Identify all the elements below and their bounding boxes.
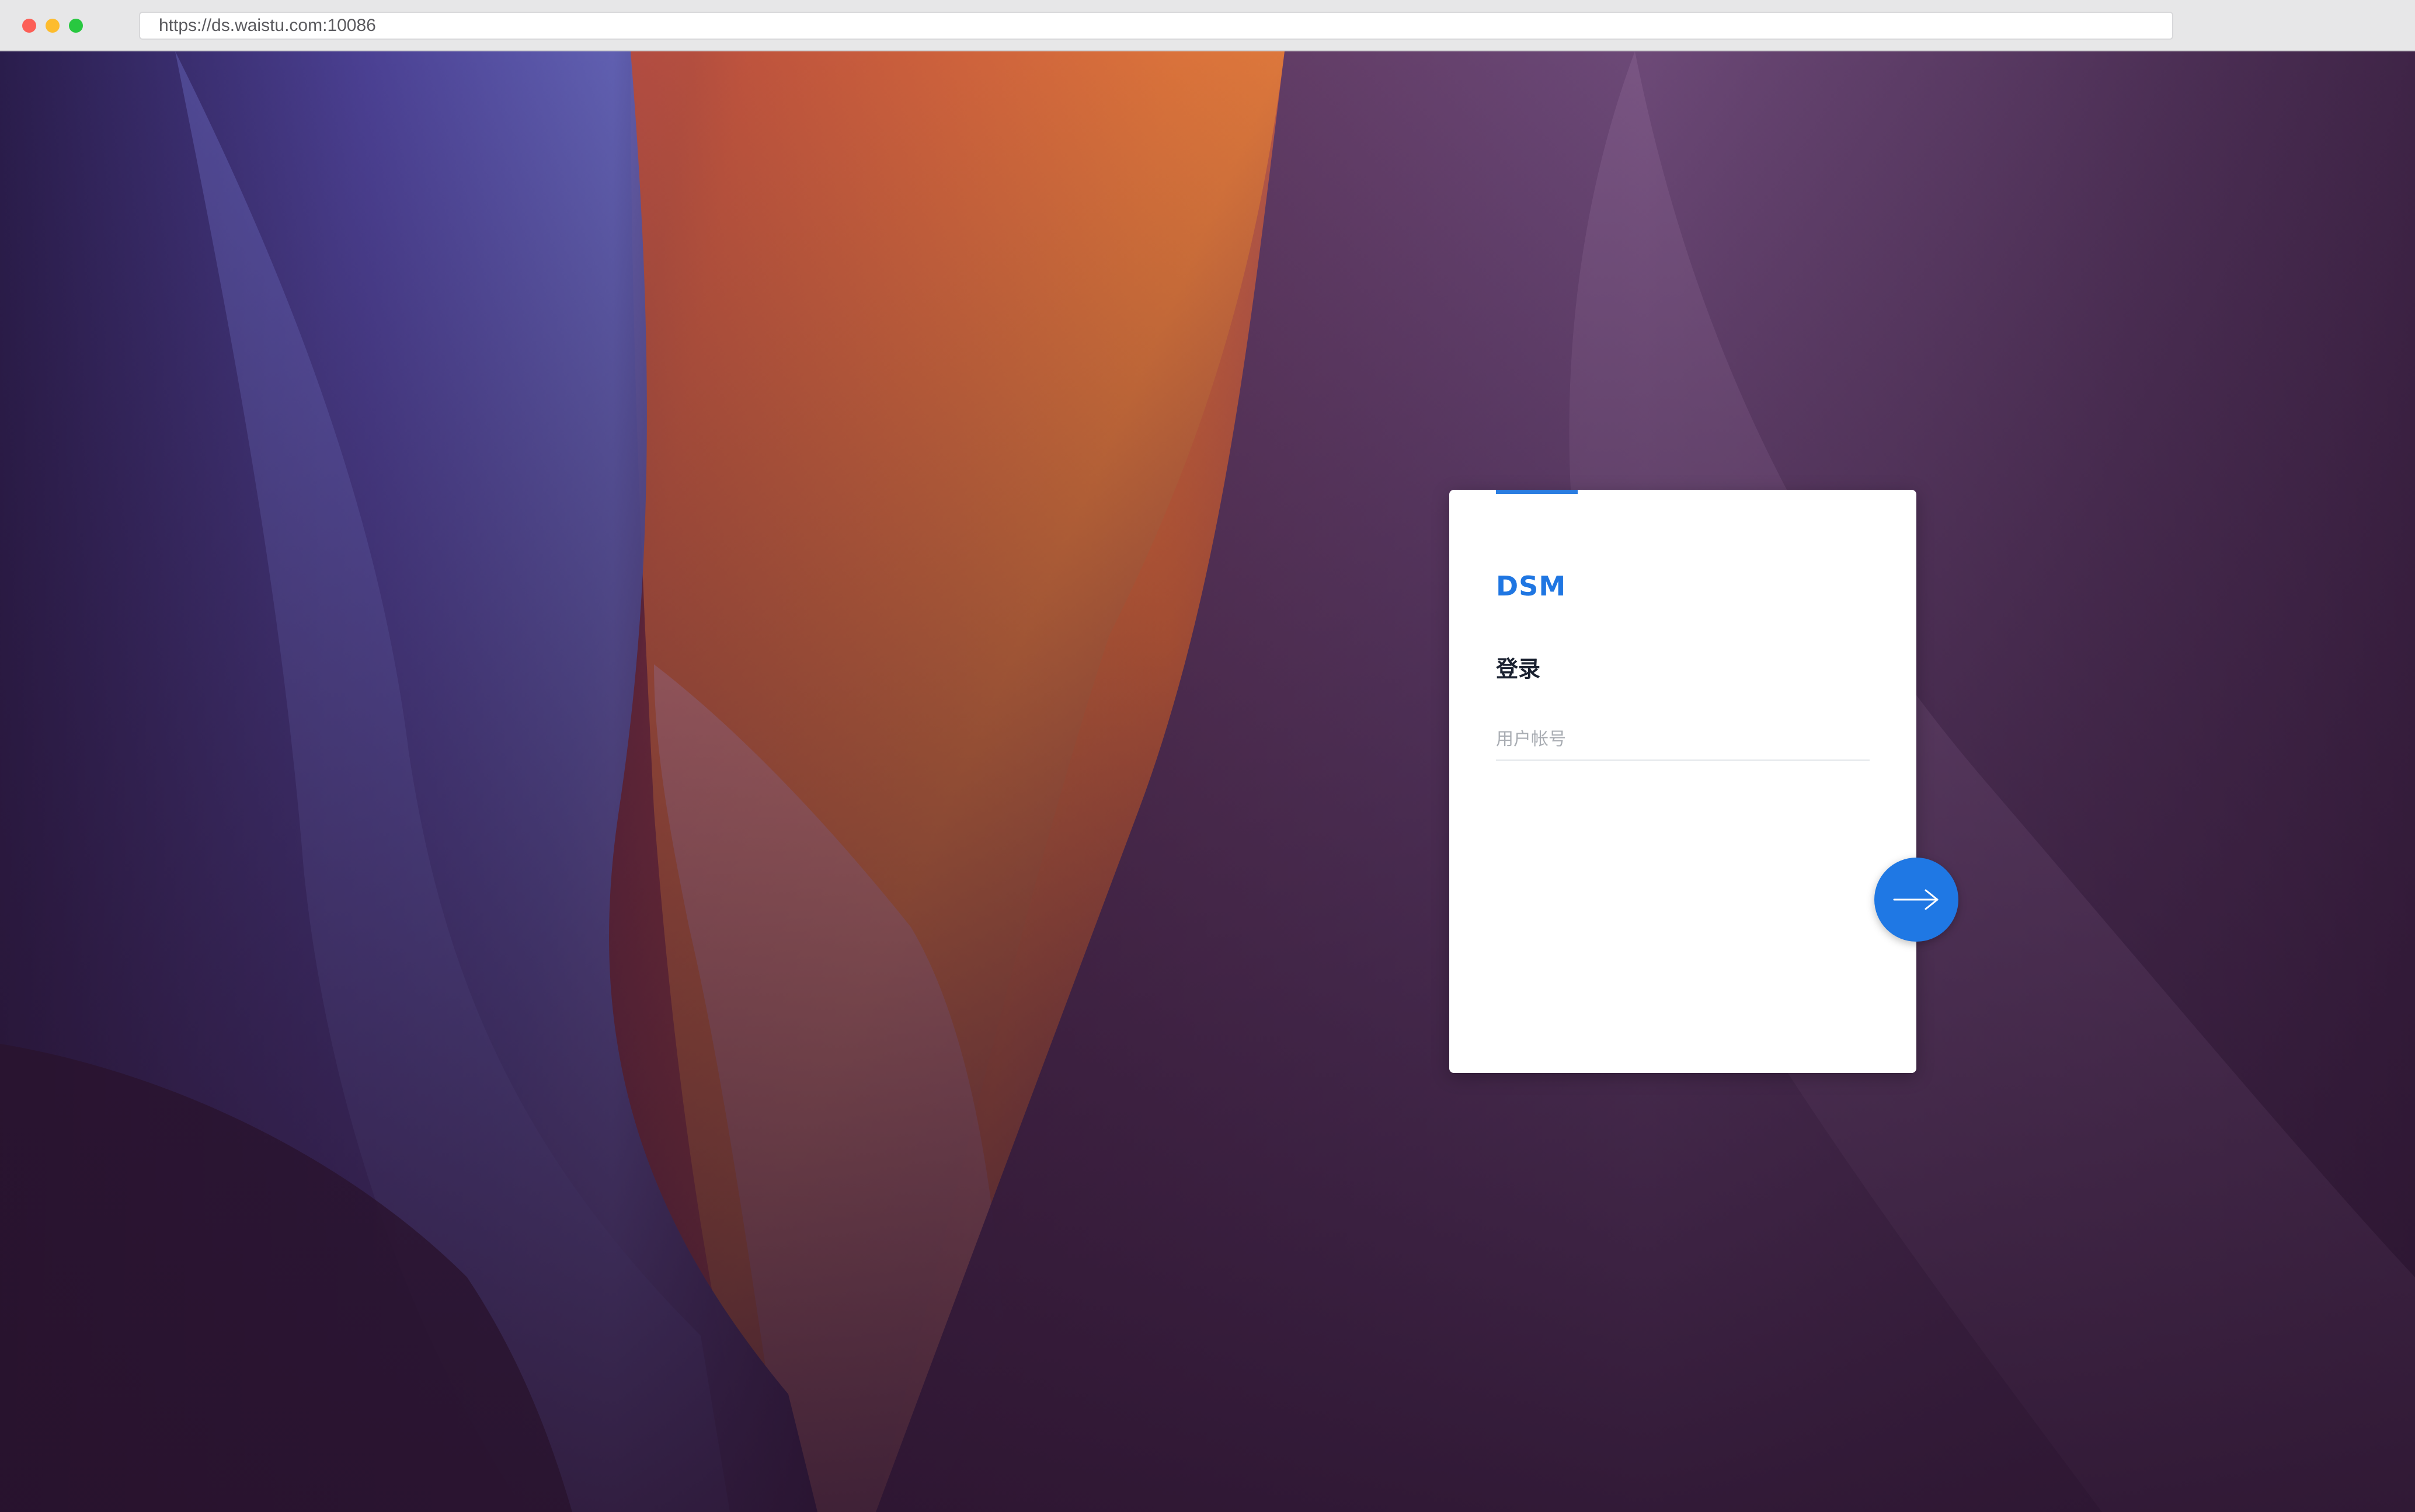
browser-toolbar: https://ds.waistu.com:10086	[0, 0, 2415, 51]
dsm-logo: DSM	[1496, 570, 1567, 602]
address-bar-url: https://ds.waistu.com:10086	[159, 16, 376, 35]
close-window-button[interactable]	[22, 19, 36, 33]
card-accent-bar	[1496, 490, 1578, 494]
minimize-window-button[interactable]	[46, 19, 60, 33]
login-title: 登录	[1496, 656, 1541, 682]
arrow-right-icon	[1893, 889, 1939, 910]
next-button[interactable]	[1874, 858, 1958, 942]
maximize-window-button[interactable]	[69, 19, 83, 33]
username-input[interactable]	[1496, 719, 1870, 761]
canyon-wallpaper-art	[0, 51, 2415, 1512]
login-card: DSM 登录	[1449, 490, 1916, 1073]
background-wallpaper	[0, 51, 2415, 1512]
address-bar[interactable]: https://ds.waistu.com:10086	[139, 12, 2173, 40]
